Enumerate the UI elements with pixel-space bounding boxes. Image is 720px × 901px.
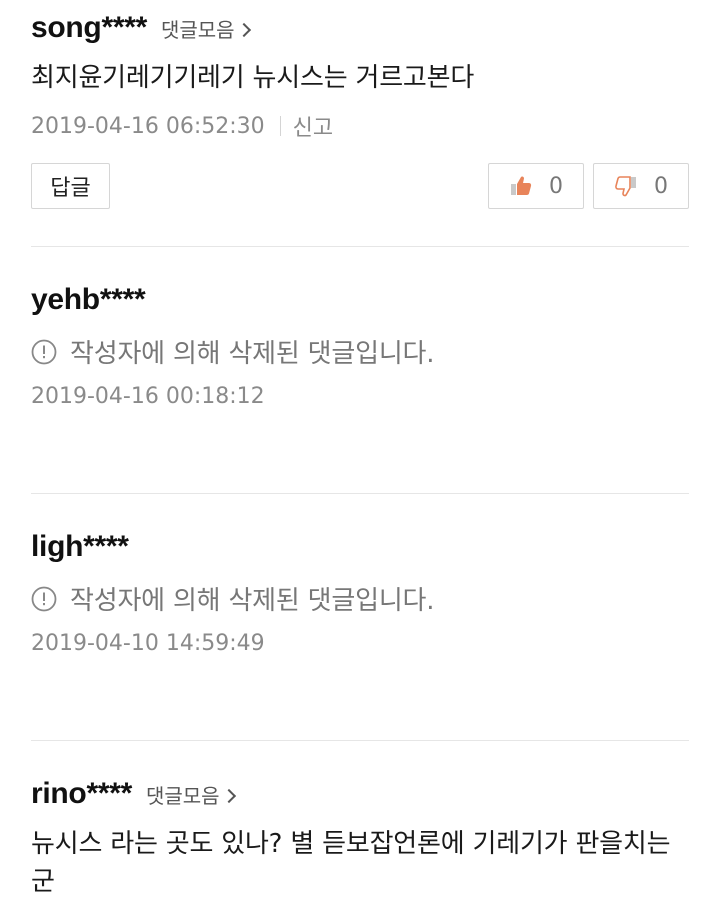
comment-item: rino**** 댓글모음 뉴시스 라는 곳도 있나? 별 듣보잡언론에 기레기…	[31, 777, 689, 901]
comment-username[interactable]: yehb****	[31, 283, 146, 317]
comment-actions: 답글 0 0	[31, 163, 689, 209]
deleted-notice: 작성자에 의해 삭제된 댓글입니다.	[31, 580, 689, 617]
reply-button[interactable]: 답글	[31, 163, 110, 209]
comment-text: 최지윤기레기기레기 뉴시스는 거르고본다	[31, 63, 475, 93]
comment-username[interactable]: song****	[31, 11, 147, 45]
exclamation-circle-icon	[31, 339, 57, 364]
comment-meta: 2019-04-16 00:18:12	[31, 384, 689, 409]
comment-username[interactable]: rino****	[31, 777, 132, 811]
comment-collection-link[interactable]: 댓글모음	[160, 14, 251, 43]
comment-item: ligh**** 작성자에 의해 삭제된 댓글입니다. 2019-04-10 1…	[31, 530, 689, 741]
comment-timestamp: 2019-04-16 00:18:12	[31, 384, 265, 409]
like-count: 0	[549, 173, 563, 199]
report-button[interactable]: 신고	[293, 110, 333, 142]
chevron-right-icon	[221, 788, 236, 803]
deleted-text: 작성자에 의해 삭제된 댓글입니다.	[70, 586, 435, 616]
comment-meta: 2019-04-10 14:59:49	[31, 631, 689, 656]
exclamation-circle-icon	[31, 586, 57, 611]
comment-collection-link[interactable]: 댓글모음	[145, 780, 236, 809]
comment-meta: 2019-04-16 06:52:30 신고	[31, 110, 689, 142]
thumbs-up-icon	[511, 176, 532, 195]
comment-timestamp: 2019-04-10 14:59:49	[31, 631, 265, 656]
comment-item: yehb**** 작성자에 의해 삭제된 댓글입니다. 2019-04-16 0…	[31, 283, 689, 494]
comment-username[interactable]: ligh****	[31, 530, 129, 564]
comment-header: yehb****	[31, 283, 689, 317]
deleted-text: 작성자에 의해 삭제된 댓글입니다.	[70, 339, 435, 369]
comment-collection-label: 댓글모음	[145, 784, 220, 808]
comment-header: song**** 댓글모음	[31, 0, 689, 45]
like-button[interactable]: 0	[488, 163, 584, 209]
vote-buttons: 0 0	[488, 163, 689, 209]
comment-header: rino**** 댓글모음	[31, 777, 689, 811]
deleted-notice: 작성자에 의해 삭제된 댓글입니다.	[31, 333, 689, 370]
comment-header: ligh****	[31, 530, 689, 564]
dislike-count: 0	[654, 173, 668, 199]
comment-timestamp: 2019-04-16 06:52:30	[31, 113, 265, 139]
comment-list: song**** 댓글모음 최지윤기레기기레기 뉴시스는 거르고본다 2019-…	[0, 0, 720, 901]
comment-item: song**** 댓글모음 최지윤기레기기레기 뉴시스는 거르고본다 2019-…	[31, 0, 689, 247]
comment-text: 뉴시스 라는 곳도 있나? 별 듣보잡언론에 기레기가 판을치는군	[31, 829, 671, 897]
comment-collection-label: 댓글모음	[160, 18, 235, 42]
meta-divider	[279, 116, 281, 136]
chevron-right-icon	[236, 22, 251, 37]
dislike-button[interactable]: 0	[593, 163, 689, 209]
thumbs-down-icon	[615, 176, 636, 197]
